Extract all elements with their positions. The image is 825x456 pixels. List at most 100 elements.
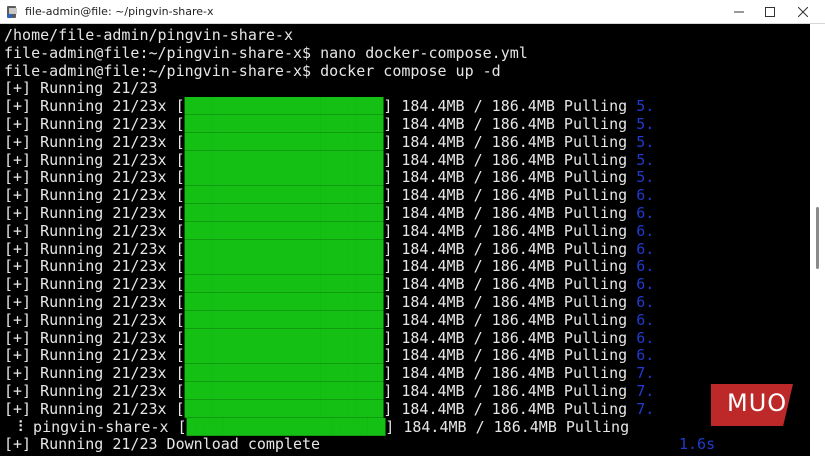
progress-bar: ██████████████████████ — [184, 204, 384, 222]
elapsed-time: 6. — [636, 221, 655, 240]
line-prefix: [+] Running 21/23x [ — [4, 346, 185, 365]
line-prefix: [+] Running 21/23x [ — [4, 150, 185, 169]
elapsed-time: 7. — [636, 399, 655, 418]
elapsed-time: 6. — [636, 346, 655, 365]
elapsed-time: 5. — [636, 115, 655, 133]
progress-line: [+] Running 21/23x [████████████████████… — [4, 115, 654, 133]
progress-line: [+] Running 21/23x [████████████████████… — [4, 151, 654, 169]
progress-status: ] 184.4MB / 186.4MB Pulling — [383, 257, 637, 276]
progress-line: [+] Running 21/23x [████████████████████… — [4, 311, 654, 329]
progress-status: ] 184.4MB / 186.4MB Pulling — [383, 239, 637, 258]
progress-line: [+] Running 21/23x [████████████████████… — [4, 204, 654, 222]
line-prefix: [+] Running 21/23x [ — [4, 257, 185, 276]
progress-line: ⠸ pingvin-share-x [█████████████████████… — [4, 418, 638, 436]
elapsed-time: 6. — [636, 239, 655, 258]
progress-line: [+] Running 21/23x [████████████████████… — [4, 257, 654, 275]
line-prefix: [+] Running 21/23x [ — [4, 168, 185, 187]
progress-bar: ██████████████████████ — [184, 382, 384, 400]
line-prefix: [+] Running 21/23x [ — [4, 221, 185, 240]
line-prefix: [+] Running 21/23x [ — [4, 328, 185, 347]
watermark-text: MUO — [727, 389, 788, 417]
maximize-button[interactable] — [755, 0, 785, 24]
line-prefix: [+] Running 21/23x [ — [4, 310, 185, 329]
progress-status: ] 184.4MB / 186.4MB Pulling — [383, 382, 637, 400]
line-prefix: [+] Running 21/23x [ — [4, 239, 185, 258]
elapsed-time: 6. — [636, 328, 655, 347]
terminal-line: [+] Running 21/23 — [4, 79, 158, 97]
line-text: file-admin@file:~/pingvin-share-x$ nano … — [4, 43, 528, 62]
progress-status: ] 184.4MB / 186.4MB Pulling — [383, 346, 637, 365]
terminal-line: /home/file-admin/pingvin-share-x — [4, 26, 293, 44]
close-icon — [798, 7, 808, 17]
close-button[interactable] — [788, 0, 818, 24]
progress-line: [+] Running 21/23x [████████████████████… — [4, 364, 654, 382]
elapsed-time: 6. — [636, 275, 655, 294]
terminal-line: file-admin@file:~/pingvin-share-x$ nano … — [4, 44, 528, 62]
progress-bar: ██████████████████████ — [184, 239, 384, 258]
scrollbar-thumb[interactable] — [816, 207, 819, 269]
line-prefix: [+] Running 21/23x [ — [4, 399, 185, 418]
elapsed-time: 6. — [636, 204, 655, 222]
terminal-output[interactable]: /home/file-admin/pingvin-share-x file-adm… — [0, 24, 810, 456]
line-text: file-admin@file:~/pingvin-share-x$ docke… — [4, 61, 501, 80]
progress-status: ] 184.4MB / 186.4MB Pulling — [383, 328, 637, 347]
progress-bar: ██████████████████████ — [184, 310, 384, 329]
progress-status: ] 184.4MB / 186.4MB Pulling — [383, 132, 637, 151]
terminal-line: [+] Running 21/23 Download complete 1.6s — [4, 435, 715, 454]
elapsed-time: 7. — [636, 382, 655, 400]
progress-bar: ██████████████████████ — [184, 115, 384, 133]
line-text: /home/file-admin/pingvin-share-x — [4, 26, 293, 44]
line-prefix: [+] Running 21/23x [ — [4, 293, 185, 311]
progress-bar: ██████████████████████ — [184, 186, 384, 205]
elapsed-time: 5. — [636, 168, 655, 187]
progress-line: [+] Running 21/23x [████████████████████… — [4, 275, 654, 293]
progress-status: ] 184.4MB / 186.4MB Pulling — [383, 204, 637, 222]
progress-line: [+] Running 21/23x [████████████████████… — [4, 222, 654, 240]
line-text: [+] Running 21/23 Download complete — [4, 435, 321, 454]
terminal-app-icon — [7, 6, 17, 19]
line-prefix: [+] Running 21/23x [ — [4, 115, 185, 133]
maximize-icon — [765, 7, 775, 17]
progress-line: [+] Running 21/23x [████████████████████… — [4, 293, 654, 311]
vertical-scrollbar[interactable] — [810, 24, 825, 456]
elapsed-time: 5. — [636, 150, 655, 169]
progress-line: [+] Running 21/23x [████████████████████… — [4, 346, 654, 364]
line-prefix: ⠸ pingvin-share-x [ — [4, 417, 187, 436]
line-text: [+] Running 21/23 — [4, 79, 158, 98]
progress-bar: ██████████████████████ — [184, 364, 384, 383]
progress-bar: ██████████████████████ — [184, 346, 384, 365]
progress-bar: ██████████████████████ — [184, 150, 384, 169]
progress-bar: ██████████████████████ — [184, 257, 384, 276]
elapsed-time: 6. — [636, 186, 655, 205]
progress-bar: ██████████████████████ — [184, 168, 384, 187]
progress-status: ] 184.4MB / 186.4MB Pulling — [383, 115, 637, 133]
line-prefix: [+] Running 21/23x [ — [4, 204, 185, 222]
progress-status: ] 184.4MB / 186.4MB Pulling — [383, 293, 637, 311]
line-prefix: [+] Running 21/23x [ — [4, 97, 185, 116]
line-prefix: [+] Running 21/23x [ — [4, 382, 185, 400]
line-prefix: [+] Running 21/23x [ — [4, 132, 185, 151]
elapsed-time: 5. — [636, 97, 655, 116]
progress-bar: ██████████████████████ — [184, 132, 384, 151]
minimize-button[interactable] — [724, 0, 754, 24]
progress-line: [+] Running 21/23x [████████████████████… — [4, 168, 654, 186]
line-prefix: [+] Running 21/23x [ — [4, 186, 185, 205]
progress-line: [+] Running 21/23x [████████████████████… — [4, 400, 654, 418]
progress-status: ] 184.4MB / 186.4MB Pulling — [385, 417, 639, 436]
progress-status: ] 184.4MB / 186.4MB Pulling — [383, 186, 637, 205]
progress-bar: ██████████████████████ — [186, 417, 386, 436]
progress-bar: ██████████████████████ — [184, 328, 384, 347]
elapsed-time: 6. — [636, 257, 655, 276]
progress-line: [+] Running 21/23x [████████████████████… — [4, 240, 654, 258]
progress-line: [+] Running 21/23x [████████████████████… — [4, 329, 654, 347]
line-prefix: [+] Running 21/23x [ — [4, 364, 185, 383]
progress-bar: ██████████████████████ — [184, 221, 384, 240]
progress-status: ] 184.4MB / 186.4MB Pulling — [383, 275, 637, 294]
terminal-line: file-admin@file:~/pingvin-share-x$ docke… — [4, 62, 501, 80]
line-prefix: [+] Running 21/23x [ — [4, 275, 185, 294]
window-title: file-admin@file: ~/pingvin-share-x — [25, 5, 214, 18]
elapsed-time: 5. — [636, 132, 655, 151]
elapsed-time: 7. — [636, 364, 655, 383]
progress-line: [+] Running 21/23x [████████████████████… — [4, 97, 654, 115]
progress-line: [+] Running 21/23x [████████████████████… — [4, 186, 654, 204]
